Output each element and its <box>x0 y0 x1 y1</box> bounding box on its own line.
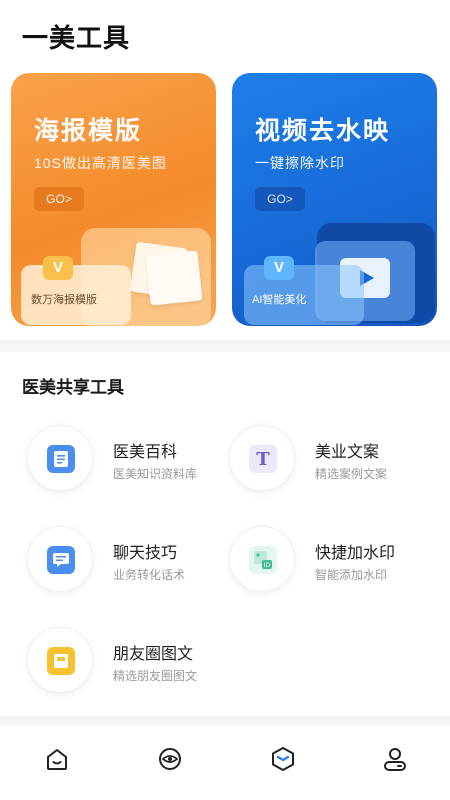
photo-card-icon <box>145 250 203 306</box>
tool-name: 医美百科 <box>113 444 178 461</box>
video-watermark-banner[interactable]: V 视频去水映 一键擦除水印 GO> AI智能美化 <box>232 73 437 326</box>
svg-text:ID: ID <box>264 562 271 569</box>
discover-icon[interactable] <box>155 744 187 776</box>
tool-icon-circle <box>27 425 93 491</box>
v-badge-icon: V <box>43 256 73 280</box>
tool-moments-posts[interactable]: 朋友圈图文 精选朋友圈图文 <box>27 627 227 697</box>
tools-cube-icon[interactable] <box>268 744 300 776</box>
profile-icon[interactable] <box>380 744 412 776</box>
tool-desc: 医美知识资料库 <box>113 467 198 481</box>
tool-icon-circle <box>27 627 93 693</box>
picture-icon <box>47 647 75 675</box>
tabbar-divider <box>0 716 450 726</box>
poster-template-banner[interactable]: V 海报模版 10S做出高清医美图 GO> 数万海报模版 <box>11 73 216 326</box>
text-t-icon: T <box>249 445 277 473</box>
banner-tag: 数万海报模版 <box>31 294 97 306</box>
tool-medical-encyclopedia[interactable]: 医美百科 医美知识资料库 <box>27 425 227 495</box>
tool-desc: 业务转化话术 <box>113 568 186 582</box>
v-badge-icon: V <box>264 256 294 280</box>
section-title: 医美共享工具 <box>22 378 124 397</box>
page-title: 一美工具 <box>22 23 131 53</box>
tool-desc: 智能添加水印 <box>315 568 388 582</box>
banner-title: 海报模版 <box>34 117 143 145</box>
chat-icon <box>47 546 75 574</box>
home-icon[interactable] <box>42 744 74 776</box>
tool-quick-watermark[interactable]: ID 快捷加水印 智能添加水印 <box>229 526 429 596</box>
bottom-tab-bar <box>0 726 450 800</box>
tool-name: 美业文案 <box>315 444 380 461</box>
tool-icon-circle: T <box>229 425 295 491</box>
tool-icon-circle: ID <box>229 526 295 592</box>
document-icon <box>47 445 75 473</box>
section-divider <box>0 340 450 352</box>
banner-subtitle: 10S做出高清医美图 <box>34 155 167 171</box>
tool-desc: 精选案例文案 <box>315 467 388 481</box>
tool-name: 朋友圈图文 <box>113 646 194 663</box>
tool-name: 快捷加水印 <box>315 545 396 562</box>
banner-title: 视频去水映 <box>255 117 391 145</box>
go-button[interactable]: GO> <box>255 187 305 211</box>
tool-chat-skills[interactable]: 聊天技巧 业务转化话术 <box>27 526 227 596</box>
banner-tag: AI智能美化 <box>252 294 307 306</box>
tool-beauty-copywriting[interactable]: T 美业文案 精选案例文案 <box>229 425 429 495</box>
tool-desc: 精选朋友圈图文 <box>113 669 198 683</box>
banner-subtitle: 一键擦除水印 <box>255 155 345 171</box>
tool-icon-circle <box>27 526 93 592</box>
go-button[interactable]: GO> <box>34 187 84 211</box>
watermark-icon: ID <box>249 546 277 574</box>
tool-name: 聊天技巧 <box>113 545 178 562</box>
